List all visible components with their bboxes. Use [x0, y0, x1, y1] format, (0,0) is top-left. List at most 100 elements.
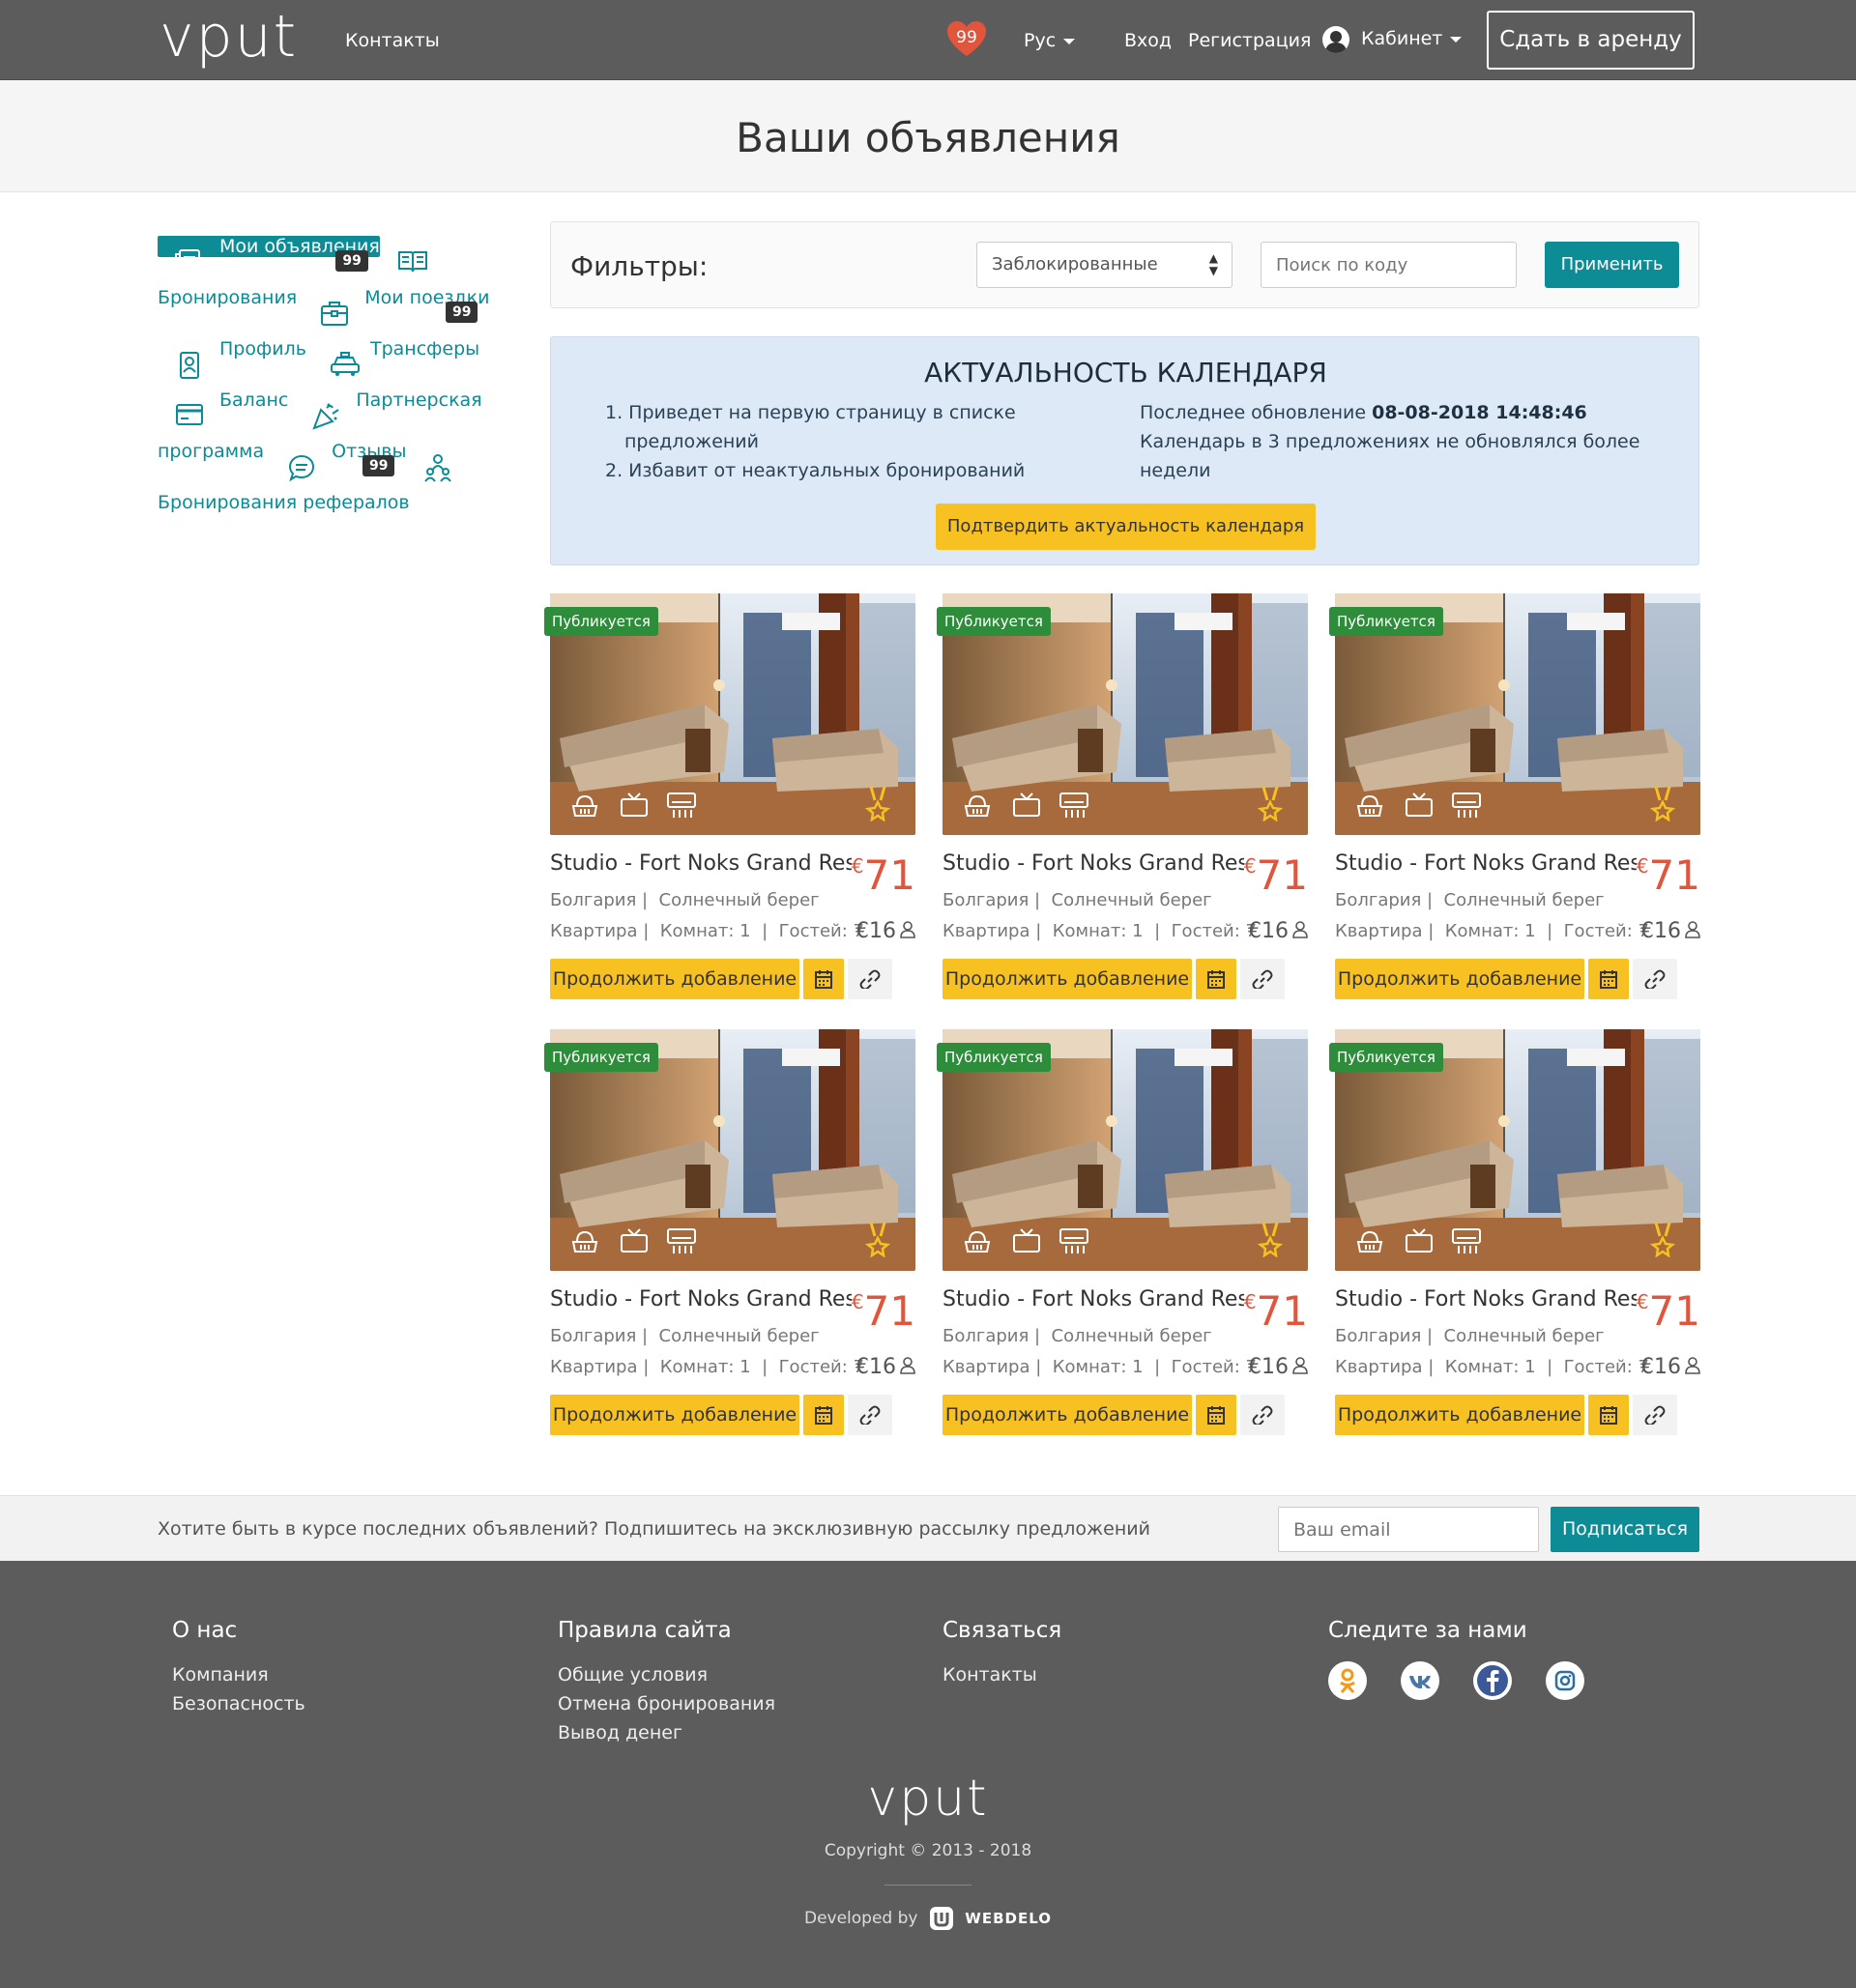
register-link[interactable]: Регистрация: [1188, 29, 1311, 52]
calendar-button[interactable]: [803, 959, 844, 999]
calendar-button[interactable]: [1588, 1395, 1629, 1435]
apply-button[interactable]: Применить: [1545, 242, 1679, 288]
footer-logo[interactable]: vput: [0, 1770, 1856, 1828]
listing-card[interactable]: Публикуется Studio - Fort Noks Grand Res…: [544, 1029, 915, 1443]
tv-icon: [1406, 1228, 1433, 1253]
listing-country: Болгария: [942, 890, 1030, 910]
status-select[interactable]: Заблокированные ▲ ▼: [976, 242, 1232, 288]
price-per-person-value: €16: [1248, 919, 1289, 943]
sidebar-item-label: Бронирования: [158, 287, 298, 308]
price-per-person: €16: [1248, 1355, 1308, 1379]
listing-card[interactable]: Публикуется Studio - Fort Noks Grand Res…: [1329, 593, 1700, 1007]
price-value: 71: [1648, 1287, 1700, 1335]
continue-adding-button[interactable]: Продолжить добавление: [1335, 959, 1584, 999]
amenities-icons: [571, 792, 696, 818]
cabinet-dropdown[interactable]: Кабинет: [1361, 27, 1463, 50]
copyright: Copyright © 2013 - 2018: [824, 1841, 1032, 1860]
login-link[interactable]: Вход: [1124, 29, 1172, 52]
suitcase-icon: [321, 302, 349, 326]
medal: [1649, 785, 1676, 825]
sidebar-item-label: Баланс: [219, 389, 289, 411]
list-item: 2. Избавит от неактуальных бронирований: [605, 460, 1026, 481]
confirm-calendar-button[interactable]: Подтвердить актуальность календаря: [936, 504, 1316, 550]
footer-link-terms[interactable]: Общие условия: [558, 1660, 925, 1689]
filters-panel: Фильтры: Заблокированные ▲▼ Применить: [550, 221, 1699, 308]
calendar-icon: [1600, 970, 1617, 989]
person-icon: [1685, 921, 1700, 938]
link-button[interactable]: [1240, 959, 1285, 999]
listing-title[interactable]: Studio - Fort Noks Grand Reso: [942, 851, 1244, 876]
footer-link-withdrawal[interactable]: Вывод денег: [558, 1718, 925, 1747]
link-button[interactable]: [1633, 1395, 1677, 1435]
price-value: 71: [863, 1287, 915, 1335]
facebook-link[interactable]: [1473, 1661, 1512, 1700]
logo[interactable]: vput: [160, 6, 298, 68]
listing-card[interactable]: Публикуется Studio - Fort Noks Grand Res…: [937, 593, 1308, 1007]
footer-link-contacts[interactable]: Контакты: [942, 1660, 1310, 1689]
listing-type: Квартира: [550, 921, 638, 941]
listing-title[interactable]: Studio - Fort Noks Grand Reso: [942, 1287, 1244, 1311]
subscribe-bar: Хотите быть в курсе последних объявлений…: [0, 1495, 1856, 1561]
rent-out-button[interactable]: Сдать в аренду: [1487, 11, 1695, 70]
footer: О нас Компания Безопасность Правила сайт…: [0, 1561, 1856, 1988]
instagram-link[interactable]: [1546, 1661, 1584, 1700]
link-button[interactable]: [848, 959, 892, 999]
continue-adding-button[interactable]: Продолжить добавление: [1335, 1395, 1584, 1435]
listing-rooms: Комнат: 1: [659, 921, 751, 941]
listing-card[interactable]: Публикуется Studio - Fort Noks Grand Res…: [544, 593, 915, 1007]
calendar-button[interactable]: [1588, 959, 1629, 999]
contacts-link[interactable]: Контакты: [345, 29, 440, 52]
listing-location: Болгария | Солнечный берег: [1335, 890, 1605, 910]
continue-adding-button[interactable]: Продолжить добавление: [942, 1395, 1192, 1435]
subscribe-button[interactable]: Подписаться: [1551, 1507, 1699, 1552]
calendar-relevance-panel: АКТУАЛЬНОСТЬ КАЛЕНДАРЯ 1. Приведет на пе…: [550, 336, 1699, 565]
listing-guests: Гостей: 7: [1563, 921, 1649, 941]
tv-icon: [621, 792, 648, 817]
listing-guests: Гостей: 7: [778, 1357, 864, 1377]
link-button[interactable]: [1240, 1395, 1285, 1435]
avatar[interactable]: [1322, 26, 1349, 53]
continue-adding-button[interactable]: Продолжить добавление: [550, 959, 799, 999]
amenities-icons: [964, 1228, 1088, 1253]
listing-title[interactable]: Studio - Fort Noks Grand Reso: [1335, 1287, 1637, 1311]
sidebar-item-balance[interactable]: Баланс: [158, 389, 294, 425]
vk-link[interactable]: [1401, 1661, 1439, 1700]
developed-by-label: Developed by: [803, 1909, 918, 1928]
favorites-button[interactable]: 99: [945, 19, 988, 58]
sidebar-item-profile[interactable]: Профиль: [158, 338, 312, 379]
footer-link-company[interactable]: Компания: [172, 1660, 539, 1689]
sidebar-item-label: Профиль: [219, 338, 306, 360]
calendar-button[interactable]: [1196, 1395, 1236, 1435]
link-icon: [1252, 1405, 1273, 1425]
email-field[interactable]: [1278, 1507, 1539, 1552]
calendar-button[interactable]: [803, 1395, 844, 1435]
language-dropdown[interactable]: Рус: [1024, 29, 1076, 52]
listing-card[interactable]: Публикуется Studio - Fort Noks Grand Res…: [1329, 1029, 1700, 1443]
developed-by: Developed by WEBDELO: [0, 1906, 1856, 1931]
footer-link-security[interactable]: Безопасность: [172, 1689, 539, 1718]
listing-title[interactable]: Studio - Fort Noks Grand Reso: [1335, 851, 1637, 876]
continue-adding-button[interactable]: Продолжить добавление: [942, 959, 1192, 999]
listing-title[interactable]: Studio - Fort Noks Grand Reso: [550, 851, 852, 876]
listing-type: Квартира: [1335, 1357, 1423, 1377]
calendar-note: Календарь в 3 предложениях не обновлялся…: [1140, 431, 1640, 481]
listing-card[interactable]: Публикуется Studio - Fort Noks Grand Res…: [937, 1029, 1308, 1443]
sidebar-item-transfers[interactable]: Трансферы: [312, 338, 479, 376]
developer-name[interactable]: WEBDELO: [965, 1910, 1052, 1927]
sidebar-item-my-trips[interactable]: Мои поездки 99: [303, 287, 489, 326]
code-search-input[interactable]: [1261, 242, 1517, 288]
listing-region: Солнечный берег: [1051, 1326, 1212, 1346]
footer-link-cancellation[interactable]: Отмена бронирования: [558, 1689, 925, 1718]
link-button[interactable]: [1633, 959, 1677, 999]
sidebar: Мои объявления Бронирования 99 Мои поезд…: [158, 221, 521, 529]
link-icon: [1644, 969, 1666, 989]
link-button[interactable]: [848, 1395, 892, 1435]
listing-type: Квартира: [1335, 921, 1423, 941]
continue-adding-button[interactable]: Продолжить добавление: [550, 1395, 799, 1435]
amenities-icons: [1356, 792, 1481, 818]
sidebar-item-reviews[interactable]: Отзывы 99: [270, 441, 406, 482]
listing-title[interactable]: Studio - Fort Noks Grand Reso: [550, 1287, 852, 1311]
badge: 99: [362, 455, 395, 476]
calendar-button[interactable]: [1196, 959, 1236, 999]
odnoklassniki-link[interactable]: [1328, 1661, 1367, 1700]
